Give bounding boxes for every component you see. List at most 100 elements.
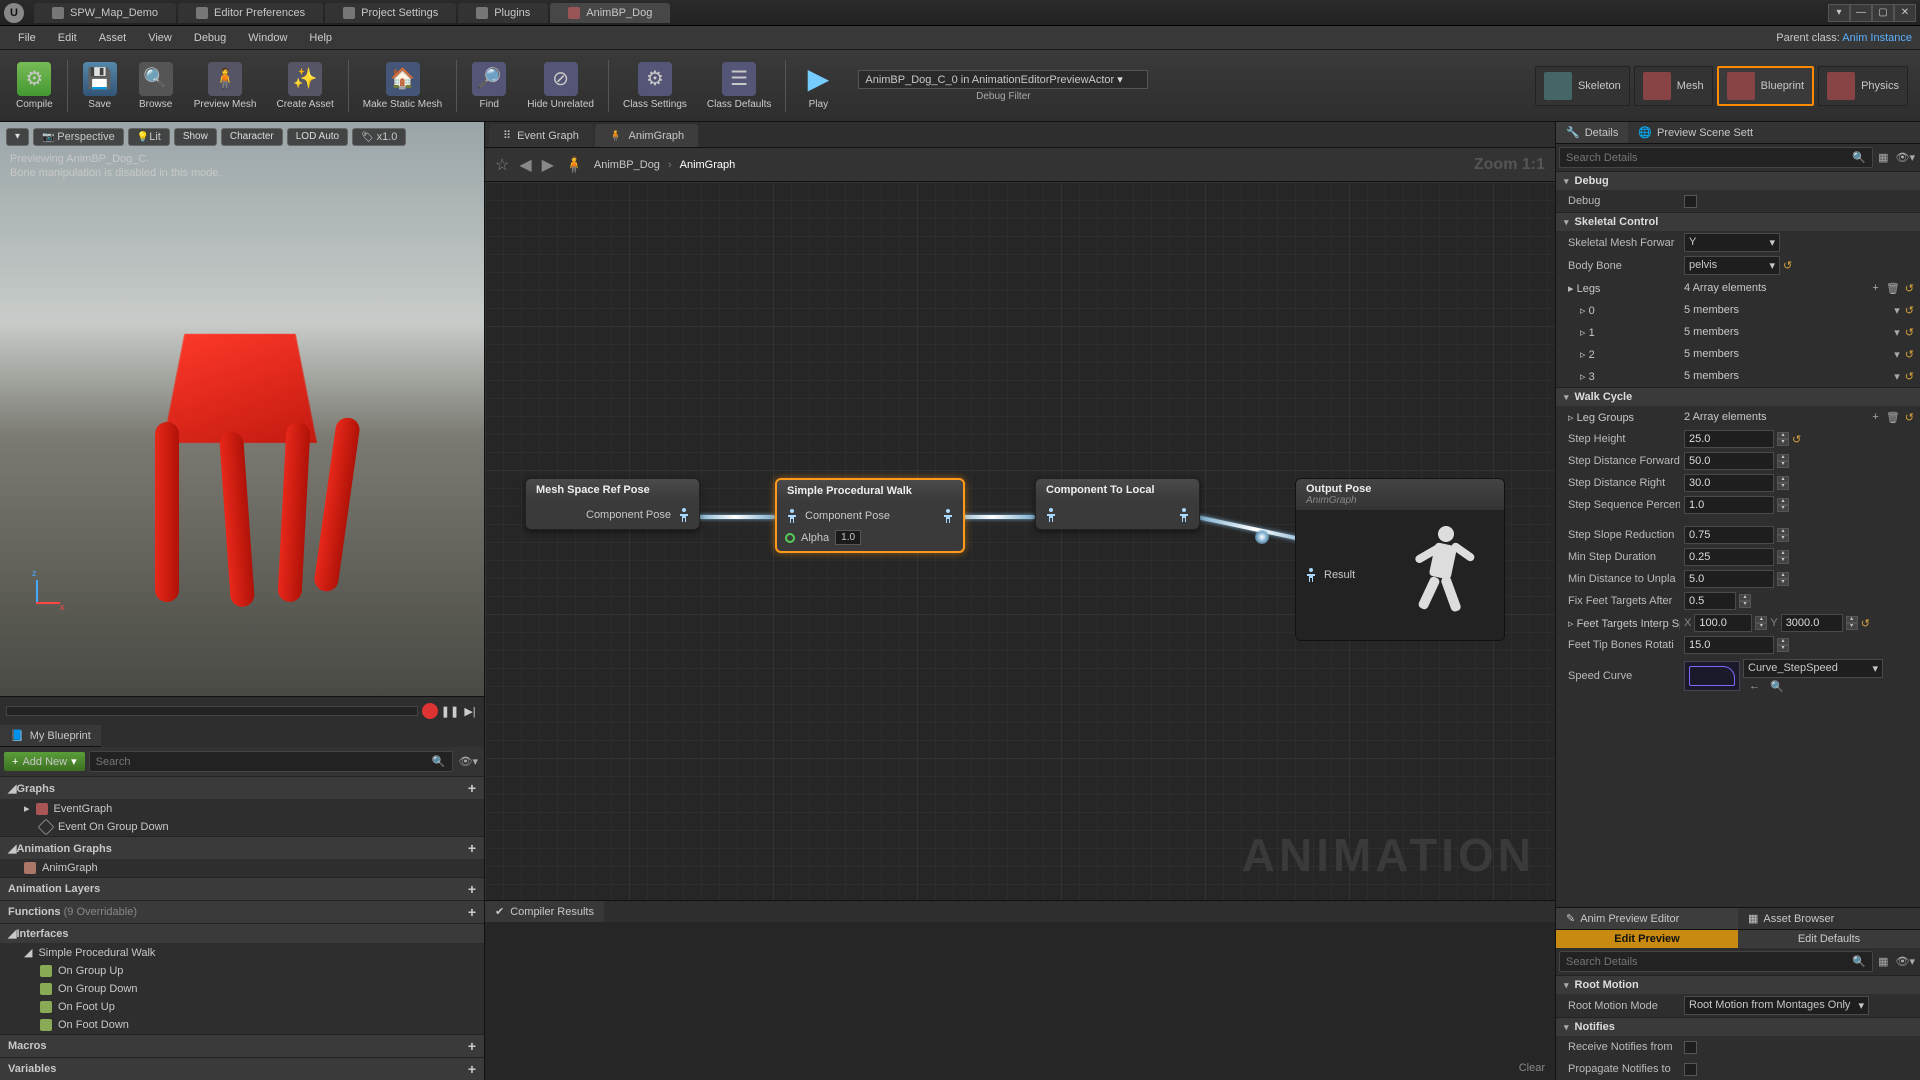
my-blueprint-search[interactable]: 🔍	[89, 751, 453, 772]
compiler-results-tab[interactable]: ✔ Compiler Results	[485, 901, 604, 922]
dropdown-icon[interactable]: ▾	[1892, 304, 1902, 317]
viewport-speed-button[interactable]: 🏷 x1.0	[352, 128, 406, 146]
mode-mesh[interactable]: Mesh	[1634, 66, 1713, 106]
minimize-button[interactable]: —	[1850, 4, 1872, 22]
section-functions[interactable]: Functions (9 Overridable)+	[0, 900, 484, 923]
add-icon[interactable]: +	[468, 840, 476, 856]
alpha-pin[interactable]	[785, 533, 795, 543]
dropdown-button[interactable]: ▾	[1828, 4, 1850, 22]
spinner[interactable]: ▴▾	[1777, 572, 1789, 586]
menu-window[interactable]: Window	[238, 29, 297, 47]
section-anim-layers[interactable]: Animation Layers+	[0, 877, 484, 900]
viewport-lod-button[interactable]: LOD Auto	[287, 128, 348, 146]
spinner[interactable]: ▴▾	[1739, 594, 1751, 608]
nav-back-icon[interactable]: ◀	[519, 155, 531, 175]
hide-unrelated-button[interactable]: ⊘Hide Unrelated	[517, 54, 604, 118]
find-button[interactable]: 🔎Find	[461, 54, 517, 118]
preview-mesh-button[interactable]: 🧍Preview Mesh	[184, 54, 267, 118]
step-slope-input[interactable]	[1684, 526, 1774, 544]
add-element-icon[interactable]: +	[1870, 282, 1880, 294]
add-new-button[interactable]: + Add New ▾	[4, 752, 85, 771]
breadcrumb-root[interactable]: AnimBP_Dog	[594, 159, 660, 171]
node-output-pose[interactable]: Output PoseAnimGraph Result	[1295, 478, 1505, 641]
step-dist-fwd-input[interactable]	[1684, 452, 1774, 470]
viewport-show-button[interactable]: Show	[174, 128, 217, 146]
section-notifies[interactable]: Notifies	[1556, 1017, 1920, 1036]
feet-interp-x-input[interactable]	[1694, 614, 1752, 632]
add-icon[interactable]: +	[468, 1061, 476, 1077]
mode-physics[interactable]: Physics	[1818, 66, 1908, 106]
timeline-track[interactable]	[6, 706, 418, 716]
item-spw-interface[interactable]: ◢Simple Procedural Walk	[0, 943, 484, 962]
debug-checkbox[interactable]	[1684, 195, 1697, 208]
add-icon[interactable]: +	[468, 1038, 476, 1054]
section-root-motion[interactable]: Root Motion	[1556, 975, 1920, 994]
viewport-menu-button[interactable]: ▾	[6, 128, 29, 146]
skeletal-forward-select[interactable]: Y▾	[1684, 233, 1780, 252]
item-event-on-group-down[interactable]: Event On Group Down	[0, 818, 484, 836]
class-defaults-button[interactable]: ☰Class Defaults	[697, 54, 781, 118]
tab-edit-preview[interactable]: Edit Preview	[1556, 930, 1738, 948]
nav-forward-icon[interactable]: ▶	[542, 155, 554, 175]
pose-pin-icon[interactable]	[785, 508, 799, 524]
preview-search[interactable]: 🔍	[1559, 951, 1873, 972]
add-icon[interactable]: +	[468, 904, 476, 920]
item-on-group-up[interactable]: On Group Up	[0, 962, 484, 980]
viewport-perspective-button[interactable]: 📷 Perspective	[33, 128, 124, 146]
pose-pin-icon[interactable]	[1044, 507, 1058, 523]
search-input[interactable]	[1566, 956, 1852, 968]
node-simple-procedural-walk[interactable]: Simple Procedural Walk Component Pose Al…	[775, 478, 965, 553]
create-asset-button[interactable]: ✨Create Asset	[267, 54, 344, 118]
tab-map[interactable]: SPW_Map_Demo	[34, 3, 176, 23]
mode-skeleton[interactable]: Skeleton	[1535, 66, 1630, 106]
reset-icon[interactable]: ↺	[1905, 282, 1914, 295]
dropdown-icon[interactable]: ▾	[1892, 370, 1902, 383]
tab-anim-graph[interactable]: 🧍 AnimGraph	[595, 124, 698, 147]
spinner[interactable]: ▴▾	[1777, 476, 1789, 490]
section-walk-cycle[interactable]: Walk Cycle	[1556, 387, 1920, 406]
fix-feet-input[interactable]	[1684, 592, 1736, 610]
node-mesh-space-ref-pose[interactable]: Mesh Space Ref Pose Component Pose	[525, 478, 700, 530]
step-seq-input[interactable]	[1684, 496, 1774, 514]
menu-edit[interactable]: Edit	[48, 29, 87, 47]
section-graphs[interactable]: ◢Graphs+	[0, 776, 484, 799]
pose-pin-icon[interactable]	[941, 508, 955, 524]
reset-icon[interactable]: ↺	[1783, 259, 1792, 272]
reset-icon[interactable]: ↺	[1792, 433, 1801, 446]
item-on-foot-down[interactable]: On Foot Down	[0, 1016, 484, 1034]
section-variables[interactable]: Variables+	[0, 1057, 484, 1080]
compile-button[interactable]: ⚙Compile	[6, 54, 63, 118]
dropdown-icon[interactable]: ▾	[1892, 348, 1902, 361]
step-height-input[interactable]	[1684, 430, 1774, 448]
save-button[interactable]: 💾Save	[72, 54, 128, 118]
curve-thumbnail[interactable]	[1684, 661, 1740, 691]
min-dist-unpla-input[interactable]	[1684, 570, 1774, 588]
mode-blueprint[interactable]: Blueprint	[1717, 66, 1814, 106]
min-step-dur-input[interactable]	[1684, 548, 1774, 566]
spinner[interactable]: ▴▾	[1777, 432, 1789, 446]
section-interfaces[interactable]: ◢Interfaces	[0, 923, 484, 943]
step-dist-right-input[interactable]	[1684, 474, 1774, 492]
section-debug[interactable]: Debug	[1556, 171, 1920, 190]
receive-notifies-checkbox[interactable]	[1684, 1041, 1697, 1054]
tab-anim-preview-editor[interactable]: ✎ Anim Preview Editor	[1556, 908, 1738, 929]
tab-plugins[interactable]: Plugins	[458, 3, 548, 23]
node-component-to-local[interactable]: Component To Local	[1035, 478, 1200, 530]
add-icon[interactable]: +	[468, 881, 476, 897]
spinner[interactable]: ▴▾	[1755, 616, 1767, 630]
trash-icon[interactable]: 🗑	[1884, 411, 1902, 424]
browse-button[interactable]: 🔍Browse	[128, 54, 184, 118]
viewport-lit-button[interactable]: 💡Lit	[128, 128, 170, 146]
section-skeletal-control[interactable]: Skeletal Control	[1556, 212, 1920, 231]
reset-icon[interactable]: ↺	[1905, 304, 1914, 317]
tab-animbp[interactable]: AnimBP_Dog	[550, 3, 670, 23]
step-button[interactable]: ▶|	[462, 703, 478, 719]
add-icon[interactable]: +	[468, 780, 476, 796]
favorite-icon[interactable]: ☆	[495, 155, 509, 175]
section-anim-graphs[interactable]: ◢Animation Graphs+	[0, 836, 484, 859]
clear-button[interactable]: Clear	[1519, 1062, 1545, 1074]
menu-debug[interactable]: Debug	[184, 29, 236, 47]
reset-icon[interactable]: ↺	[1905, 348, 1914, 361]
section-macros[interactable]: Macros+	[0, 1034, 484, 1057]
eye-icon[interactable]: 👁▾	[1894, 955, 1918, 968]
